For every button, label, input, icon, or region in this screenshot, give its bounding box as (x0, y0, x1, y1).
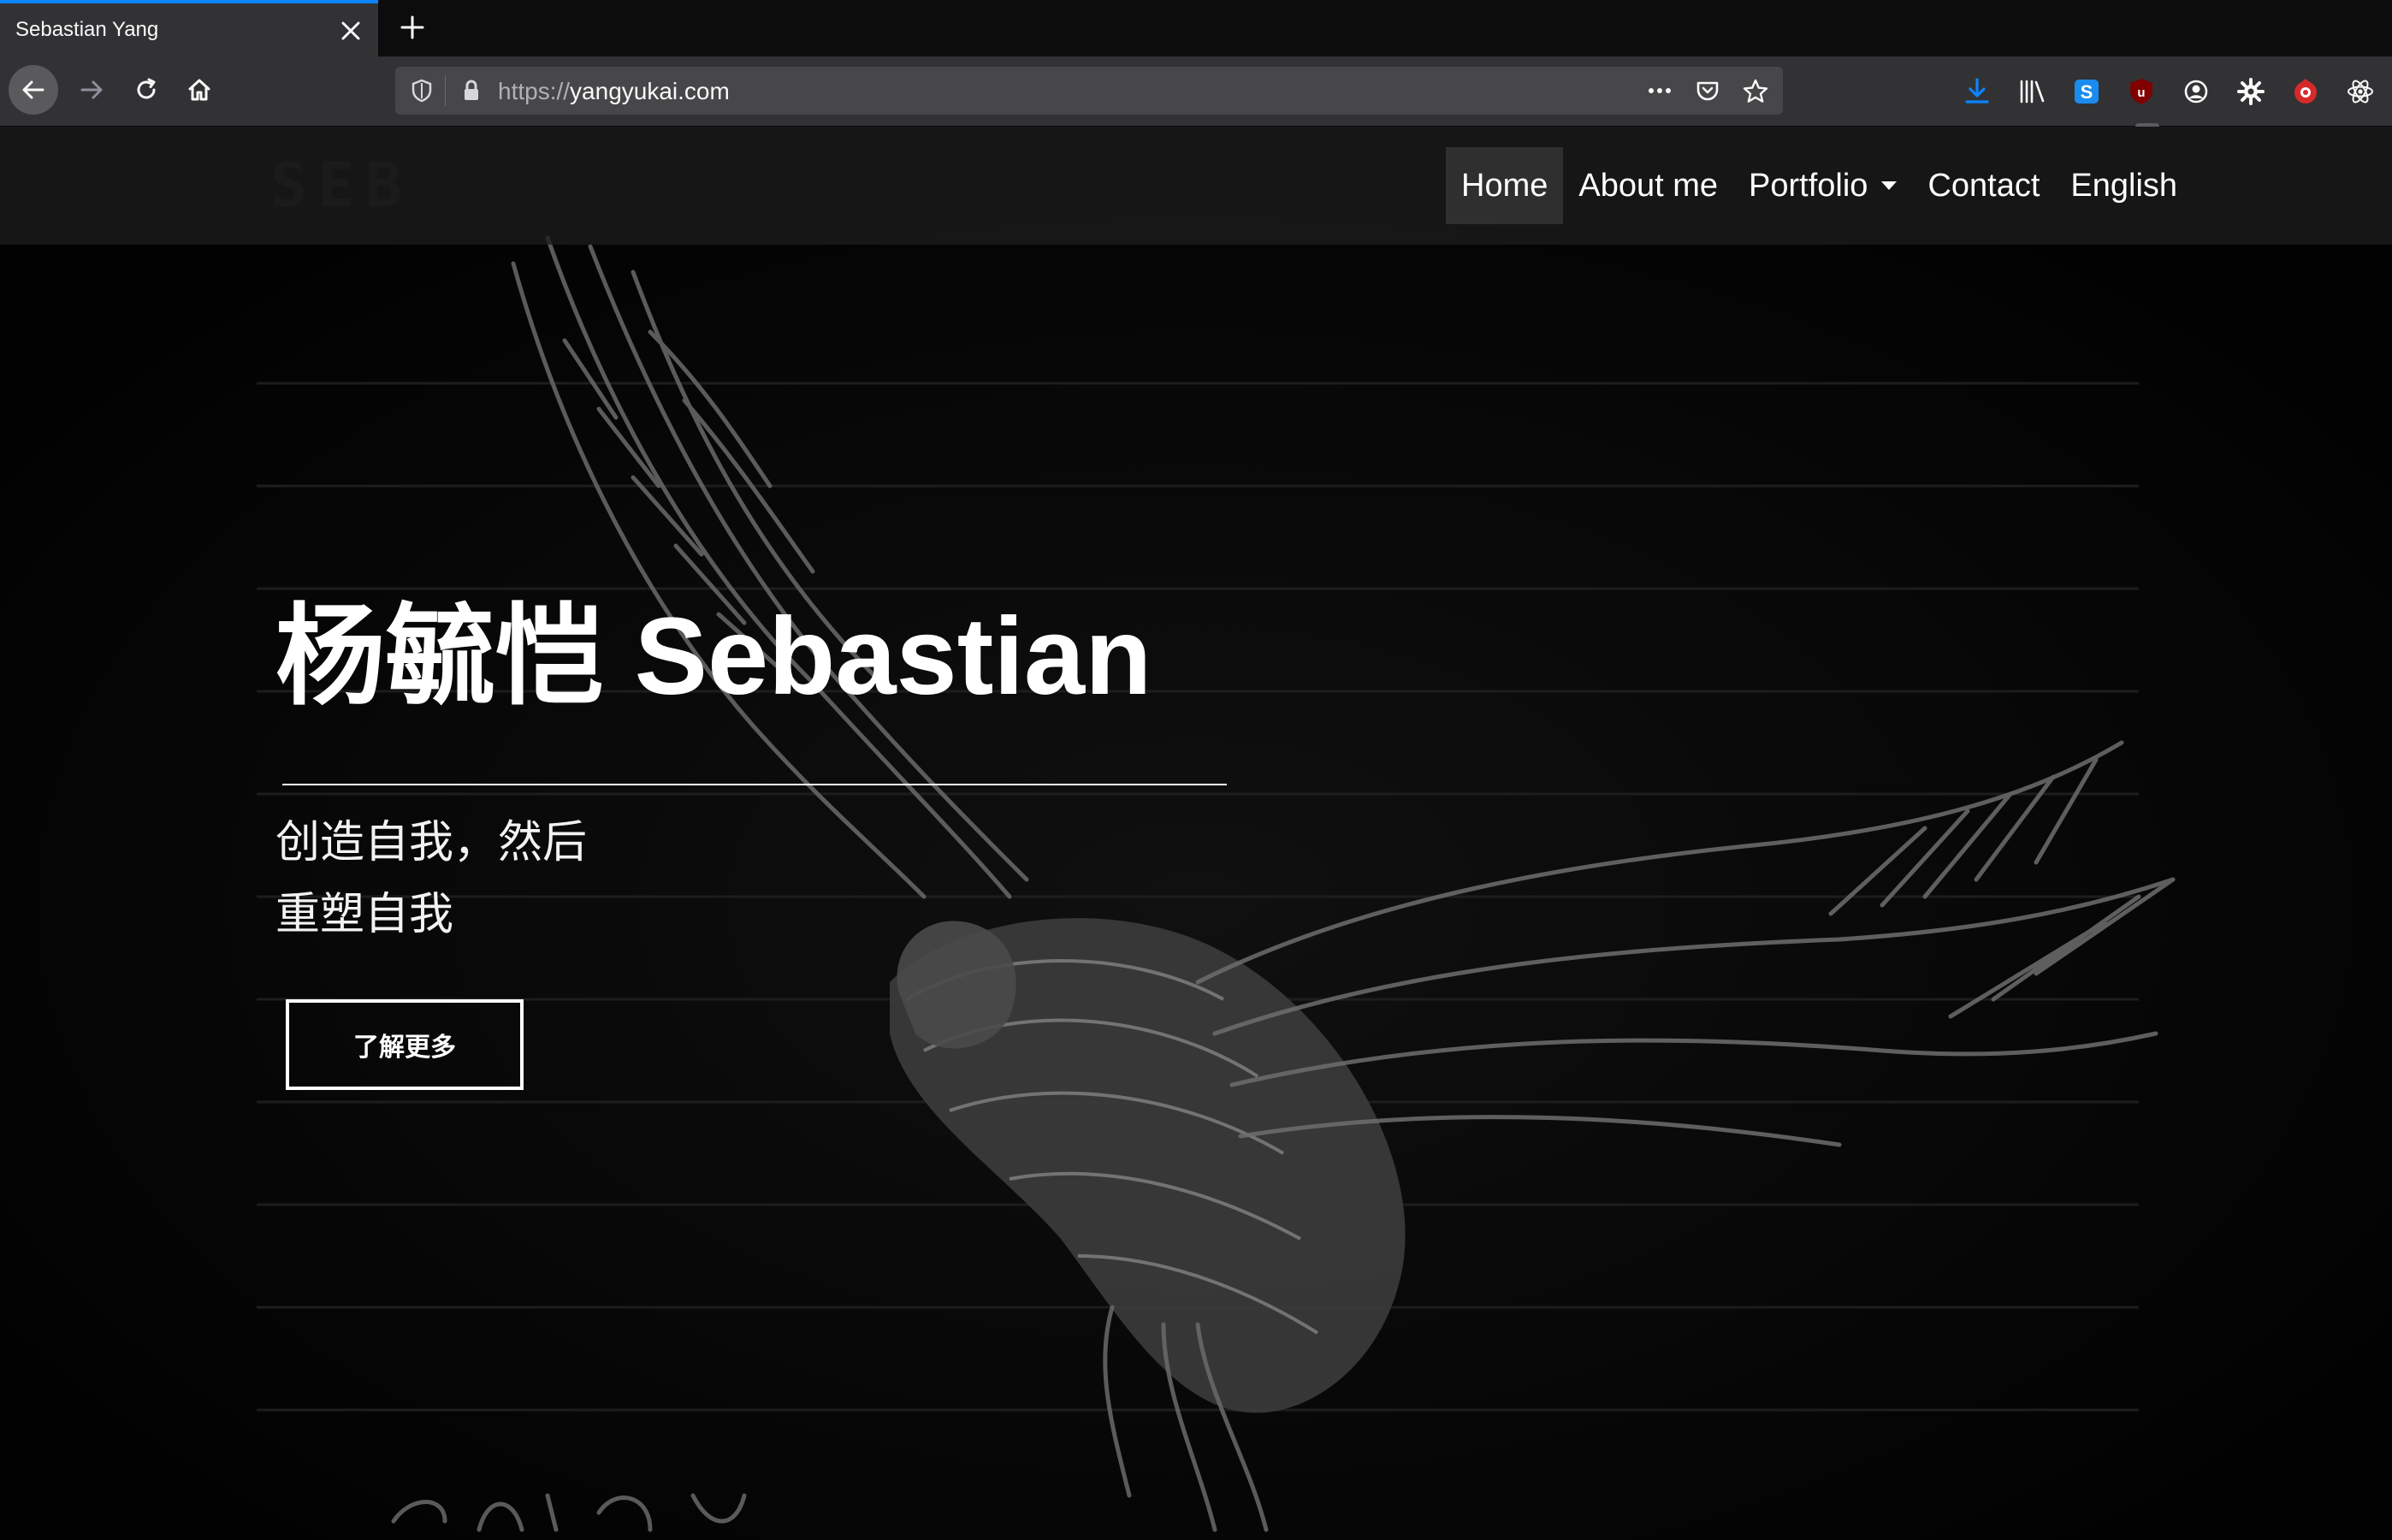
pocket-icon[interactable] (1694, 78, 1721, 104)
url-bar[interactable]: https://yangyukai.com (395, 67, 1783, 115)
account-icon[interactable] (2180, 75, 2212, 108)
extension-icon[interactable] (2289, 75, 2322, 108)
forward-icon (80, 80, 103, 99)
svg-text:u: u (2137, 86, 2145, 100)
home-button[interactable] (175, 65, 224, 115)
back-icon (22, 80, 44, 99)
site-logo[interactable]: SEB (270, 149, 412, 221)
react-icon[interactable] (2344, 75, 2377, 108)
hero-subtitle-line2: 重塑自我 (275, 890, 454, 939)
new-tab-icon[interactable] (395, 10, 429, 44)
hero-subtitle: 创造自我，然后 重塑自我 (275, 807, 587, 951)
url-host: yangyukai.com (570, 78, 730, 104)
gear-icon[interactable] (2235, 75, 2267, 108)
menu-item-home[interactable]: Home (1446, 147, 1564, 224)
tab-title: Sebastian Yang (15, 18, 159, 41)
browser-toolbar: https://yangyukai.com S u 1 (0, 56, 2392, 140)
web-page: SEB Home About me Portfolio Contact Engl… (0, 127, 2392, 1540)
hero-divider (282, 784, 1227, 785)
menu-item-portfolio[interactable]: Portfolio (1733, 147, 1912, 224)
browser-window: Sebastian Yang https://yangyukai.com S u… (0, 0, 2392, 1540)
svg-text:S: S (2081, 81, 2093, 103)
lock-icon[interactable] (459, 78, 484, 104)
more-icon[interactable] (1644, 78, 1675, 104)
url-separator (445, 75, 446, 106)
home-icon (188, 79, 210, 101)
hero-subtitle-line1: 创造自我，然后 (275, 818, 588, 868)
menu-item-language[interactable]: English (2055, 147, 2193, 224)
menu-item-contact[interactable]: Contact (1912, 147, 2055, 224)
site-menu: Home About me Portfolio Contact English (1446, 147, 2193, 224)
tab-bar: Sebastian Yang (0, 0, 2392, 56)
menu-item-about[interactable]: About me (1563, 147, 1733, 224)
shield-icon[interactable] (409, 78, 435, 104)
download-icon[interactable] (1961, 75, 1993, 108)
url-scheme: https:// (498, 78, 571, 104)
reload-button[interactable] (121, 65, 171, 115)
star-icon[interactable] (1742, 78, 1769, 105)
library-icon[interactable] (2016, 75, 2048, 108)
active-tab[interactable]: Sebastian Yang (0, 0, 378, 56)
site-navbar: SEB Home About me Portfolio Contact Engl… (0, 127, 2392, 245)
menu-item-portfolio-label: Portfolio (1749, 168, 1868, 204)
learn-more-button[interactable]: 了解更多 (286, 999, 524, 1090)
back-button[interactable] (9, 65, 58, 115)
forward-button[interactable] (67, 65, 116, 115)
hero-title: 杨毓恺 Sebastian (275, 595, 1152, 718)
chevron-down-icon (1881, 181, 1898, 190)
skype-icon[interactable]: S (2070, 75, 2103, 108)
close-tab-icon[interactable] (334, 14, 368, 48)
reload-icon (137, 78, 156, 99)
url-text[interactable]: https://yangyukai.com (498, 78, 730, 105)
ublock-icon[interactable]: u (2125, 75, 2158, 108)
